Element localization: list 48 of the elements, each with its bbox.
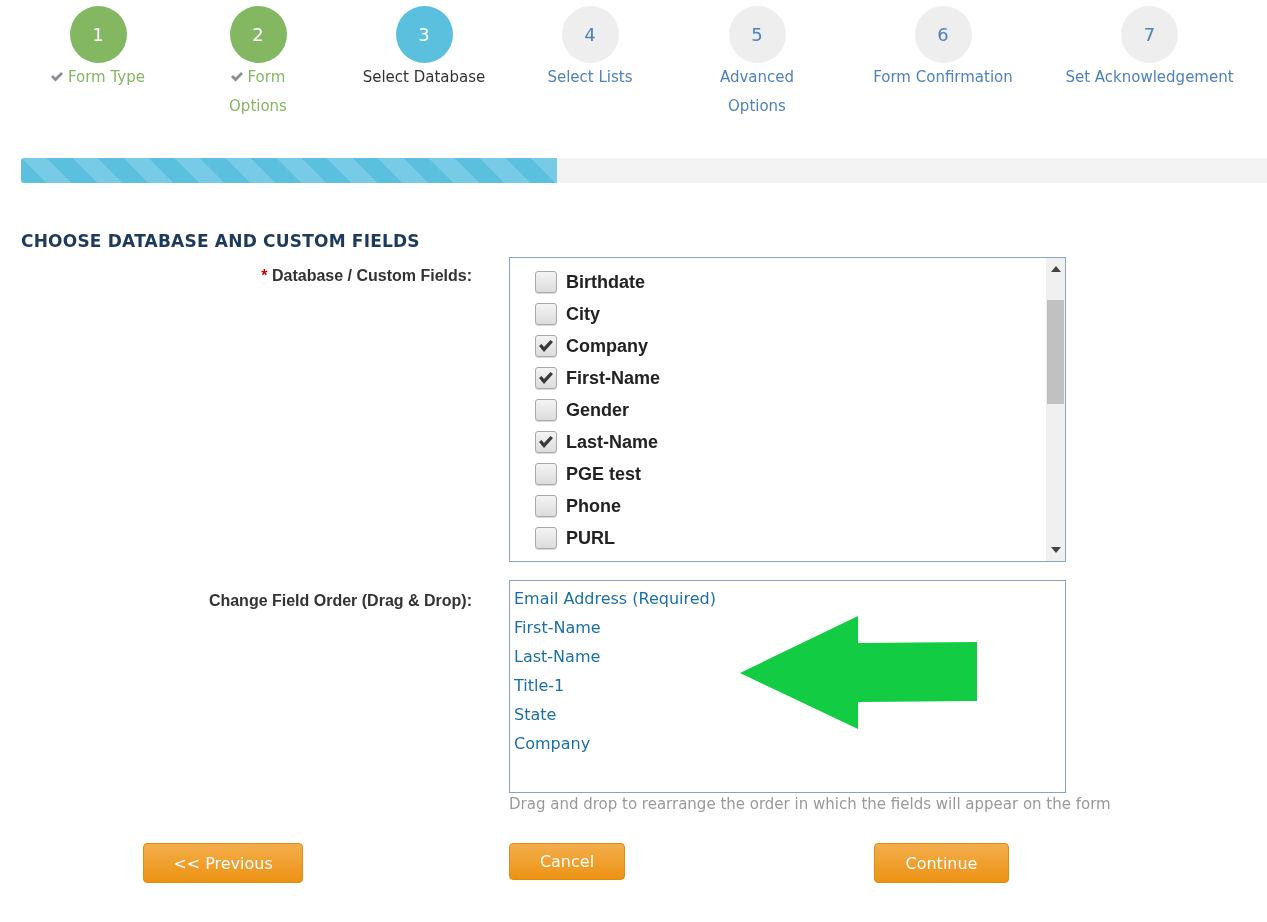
check-icon	[51, 72, 64, 82]
field-order-item[interactable]: Company	[514, 729, 1061, 758]
field-option[interactable]: PGE test	[566, 463, 642, 485]
field-order-item[interactable]: Email Address (Required)	[514, 584, 1061, 613]
section-title: CHOOSE DATABASE AND CUSTOM FIELDS	[21, 231, 421, 251]
checkbox[interactable]	[535, 367, 557, 389]
field-option[interactable]: Phone	[566, 495, 621, 517]
field-order-item[interactable]: Last-Name	[514, 642, 1061, 671]
field-order-item[interactable]: State	[514, 700, 1061, 729]
step-number[interactable]: 5	[728, 6, 786, 63]
step-link[interactable]: Set Acknowledgement	[1065, 63, 1234, 92]
step-number[interactable]: 4	[561, 6, 619, 63]
field-option[interactable]: Birthdate	[566, 271, 645, 293]
checkbox[interactable]	[535, 431, 557, 453]
checkbox[interactable]	[535, 399, 557, 421]
checkbox[interactable]	[535, 527, 557, 549]
checkbox[interactable]	[535, 335, 557, 357]
field-label: Change Field Order (Drag & Drop):	[208, 591, 472, 610]
scrollbar[interactable]	[1046, 258, 1065, 561]
fields-listbox[interactable]: Birthdate City Company First-Name Gender Last-Name PGE test Phone PURL	[509, 257, 1066, 562]
check-icon	[230, 72, 243, 82]
step-number[interactable]: 6	[914, 6, 972, 63]
step-link[interactable]: Select Lists	[547, 63, 633, 92]
checkbox[interactable]	[535, 463, 557, 485]
field-option[interactable]: Company	[566, 335, 648, 357]
checkmark-icon	[539, 436, 553, 448]
field-order-item[interactable]: Title-1	[514, 671, 1061, 700]
step-link[interactable]: Form Confirmation	[873, 63, 1013, 92]
field-order-list[interactable]: Email Address (Required) First-Name Last-Name Title-1 State Company	[509, 580, 1066, 793]
step-number[interactable]: 7	[1121, 6, 1178, 63]
field-order-item[interactable]: First-Name	[514, 613, 1061, 642]
field-option[interactable]: City	[566, 303, 600, 325]
scroll-down-icon[interactable]	[1050, 547, 1061, 553]
field-option[interactable]: Gender	[566, 399, 630, 421]
checkbox[interactable]	[535, 271, 557, 293]
checkbox[interactable]	[535, 495, 557, 517]
field-option[interactable]: Last-Name	[566, 431, 659, 453]
hint-text: Drag and drop to rearrange the order in which the fields will appear on the form	[509, 795, 1111, 813]
checkmark-icon	[539, 372, 553, 384]
step-link[interactable]: Advanced Options	[712, 63, 802, 121]
checkbox[interactable]	[535, 303, 557, 325]
checkmark-icon	[539, 340, 553, 352]
field-option[interactable]: PURL	[566, 527, 615, 549]
field-option[interactable]: First-Name	[566, 367, 661, 389]
scroll-up-icon[interactable]	[1050, 266, 1061, 272]
step-link[interactable]: Select Database	[362, 63, 486, 92]
field-label: * Database / Custom Fields:	[261, 266, 472, 285]
scrollbar-thumb[interactable]	[1047, 299, 1064, 404]
